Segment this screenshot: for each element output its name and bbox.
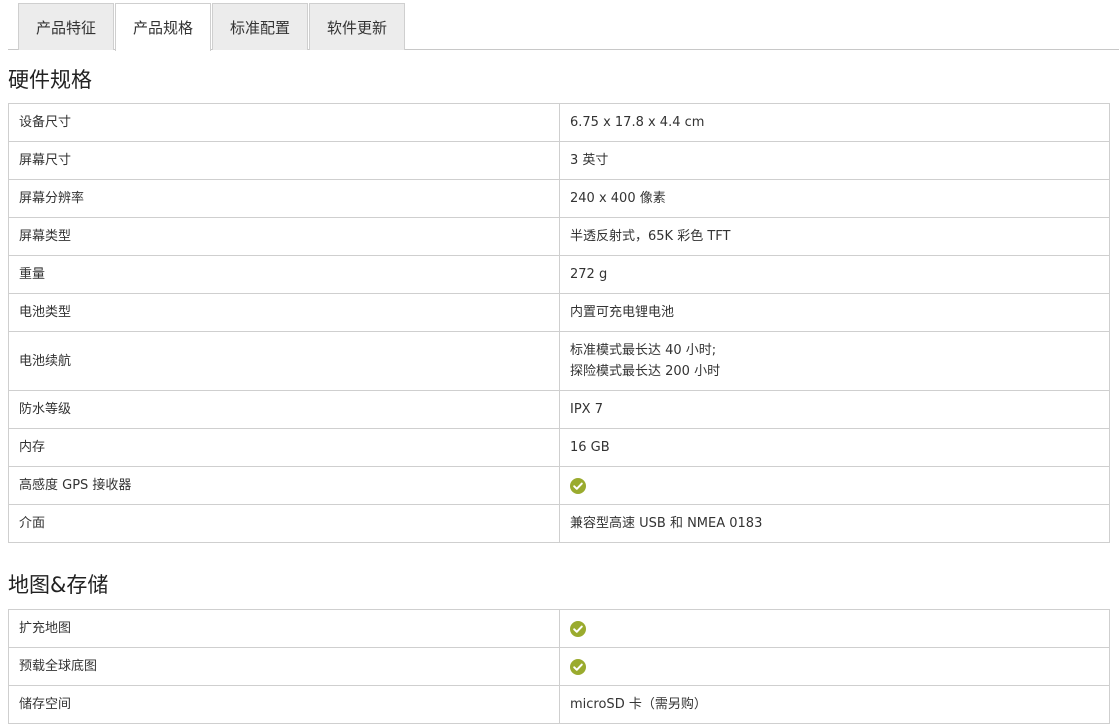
table-row: 屏幕分辨率 240 x 400 像素: [8, 179, 1110, 218]
spec-value: 标准模式最长达 40 小时; 探险模式最长达 200 小时: [559, 331, 1110, 391]
spec-value: 兼容型高速 USB 和 NMEA 0183: [559, 504, 1110, 543]
spec-key: 扩充地图: [8, 609, 560, 648]
spec-value: 16 GB: [559, 428, 1110, 467]
table-row: 重量 272 g: [8, 255, 1110, 294]
table-row: 储存空间 microSD 卡（需另购）: [8, 685, 1110, 724]
table-row: 高感度 GPS 接收器: [8, 466, 1110, 505]
table-row: 电池续航 标准模式最长达 40 小时; 探险模式最长达 200 小时: [8, 331, 1110, 391]
spec-value: [559, 609, 1110, 648]
tab-standard-config[interactable]: 标准配置: [212, 3, 308, 50]
check-circle-icon: [570, 658, 586, 675]
tab-specifications[interactable]: 产品规格: [115, 3, 211, 51]
table-row: 内存 16 GB: [8, 428, 1110, 467]
tab-software-updates[interactable]: 软件更新: [309, 3, 405, 50]
spec-value: [559, 466, 1110, 505]
spec-key: 储存空间: [8, 685, 560, 724]
spec-value-line: 标准模式最长达 40 小时;: [570, 343, 717, 358]
product-spec-page: 产品特征 产品规格 标准配置 软件更新 硬件规格 设备尺寸 6.75 x 17.…: [0, 0, 1119, 725]
spec-key: 高感度 GPS 接收器: [8, 466, 560, 505]
table-row: 屏幕类型 半透反射式，65K 彩色 TFT: [8, 217, 1110, 256]
spec-key: 内存: [8, 428, 560, 467]
spec-value: [559, 647, 1110, 686]
spec-key: 屏幕类型: [8, 217, 560, 256]
table-row: 防水等级 IPX 7: [8, 390, 1110, 429]
maps-spec-table: 扩充地图 预载全球底图 储存空间 microSD 卡（需另购）: [8, 609, 1110, 724]
hardware-section-title: 硬件规格: [8, 68, 92, 92]
spec-key: 介面: [8, 504, 560, 543]
spec-value: IPX 7: [559, 390, 1110, 429]
table-row: 电池类型 内置可充电锂电池: [8, 293, 1110, 332]
spec-value: 半透反射式，65K 彩色 TFT: [559, 217, 1110, 256]
spec-value: 内置可充电锂电池: [559, 293, 1110, 332]
hardware-spec-table: 设备尺寸 6.75 x 17.8 x 4.4 cm 屏幕尺寸 3 英寸 屏幕分辨…: [8, 103, 1110, 543]
table-row: 介面 兼容型高速 USB 和 NMEA 0183: [8, 504, 1110, 543]
table-row: 扩充地图: [8, 609, 1110, 648]
check-circle-icon: [570, 477, 586, 494]
spec-key: 屏幕分辨率: [8, 179, 560, 218]
tab-features[interactable]: 产品特征: [18, 3, 114, 50]
maps-section-title: 地图&存储: [8, 573, 109, 597]
check-circle-icon: [570, 620, 586, 637]
spec-value: microSD 卡（需另购）: [559, 685, 1110, 724]
spec-value: 3 英寸: [559, 141, 1110, 180]
tab-bar: 产品特征 产品规格 标准配置 软件更新: [8, 0, 1119, 51]
spec-key: 设备尺寸: [8, 103, 560, 142]
table-row: 预载全球底图: [8, 647, 1110, 686]
table-row: 设备尺寸 6.75 x 17.8 x 4.4 cm: [8, 103, 1110, 142]
spec-key: 电池续航: [8, 331, 560, 391]
spec-value: 6.75 x 17.8 x 4.4 cm: [559, 103, 1110, 142]
spec-key: 电池类型: [8, 293, 560, 332]
spec-value: 272 g: [559, 255, 1110, 294]
spec-key: 重量: [8, 255, 560, 294]
spec-key: 预载全球底图: [8, 647, 560, 686]
table-row: 屏幕尺寸 3 英寸: [8, 141, 1110, 180]
spec-value-line: 探险模式最长达 200 小时: [570, 364, 721, 379]
spec-key: 屏幕尺寸: [8, 141, 560, 180]
spec-value: 240 x 400 像素: [559, 179, 1110, 218]
spec-key: 防水等级: [8, 390, 560, 429]
